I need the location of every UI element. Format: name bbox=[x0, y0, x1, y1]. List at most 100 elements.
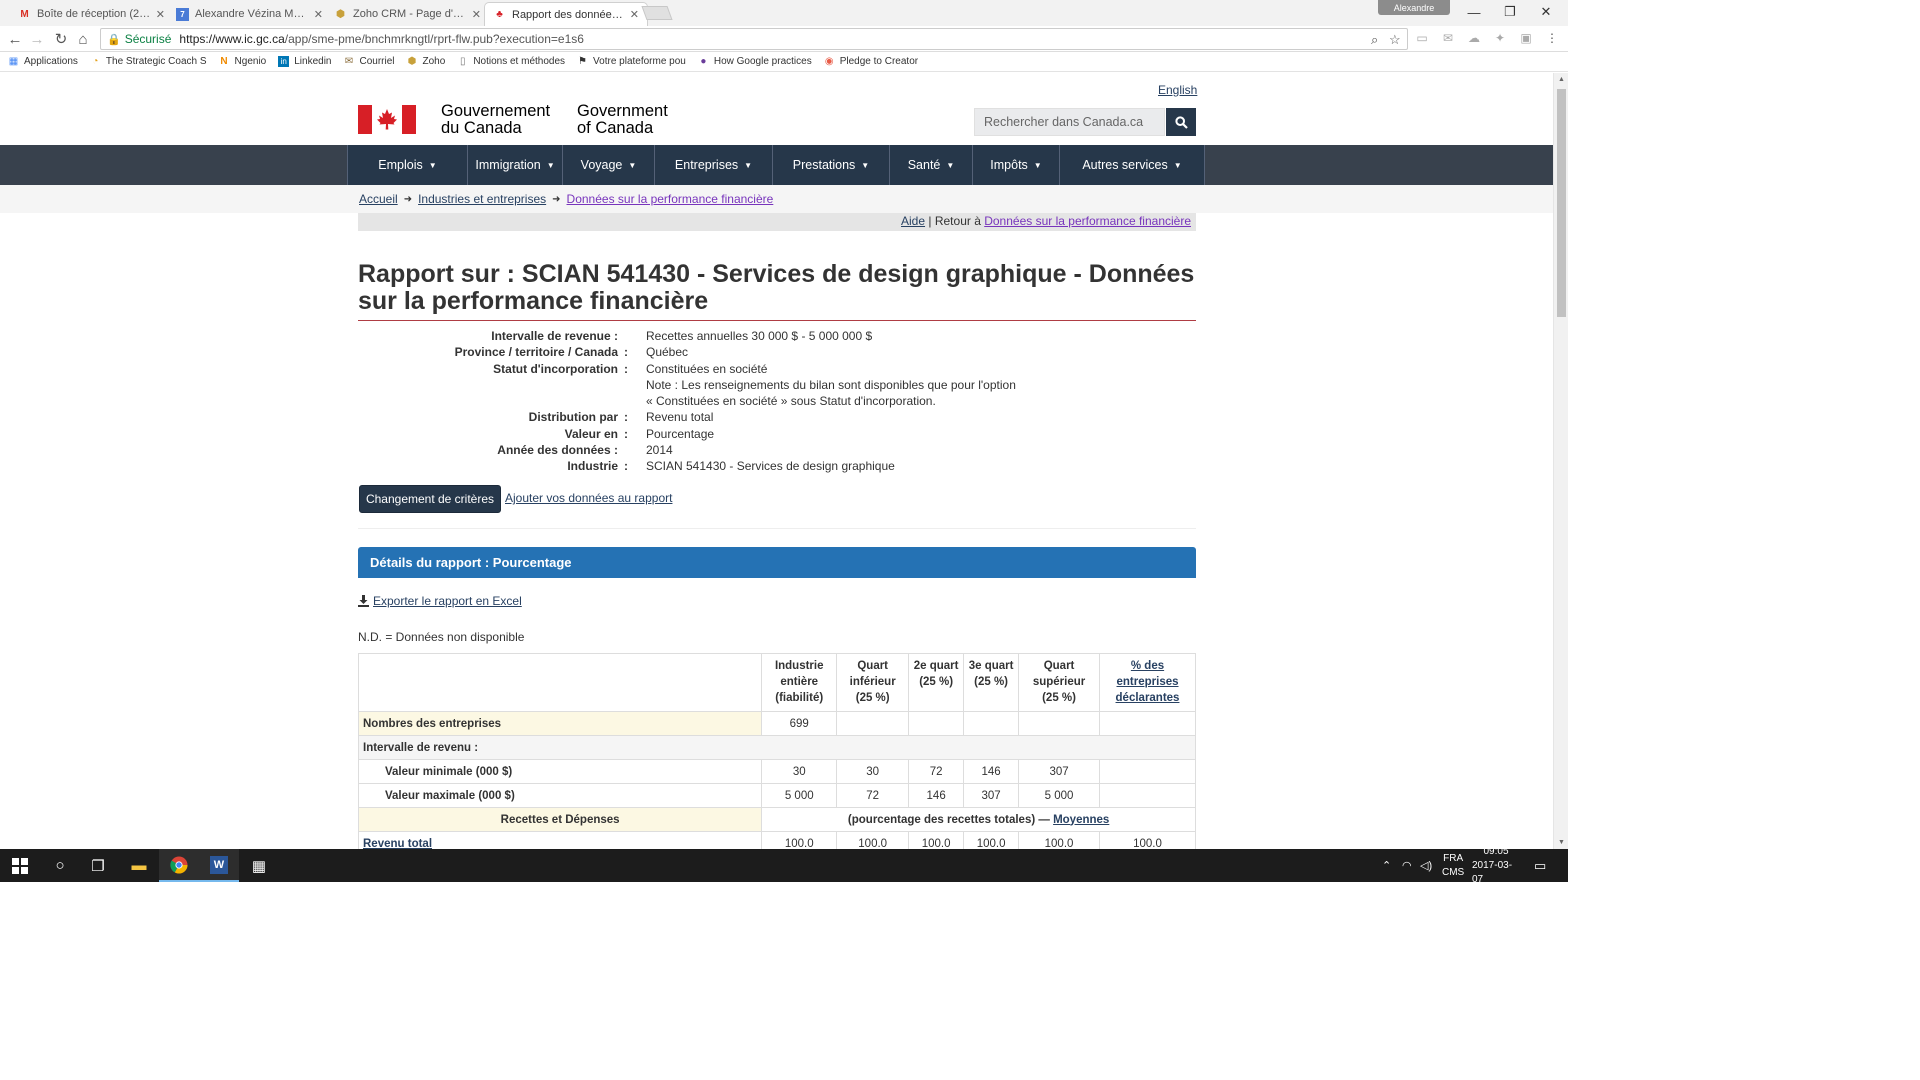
extension-cloud-icon[interactable]: ☁ bbox=[1466, 31, 1482, 47]
table-row: Recettes et Dépenses (pourcentage des re… bbox=[357, 807, 1196, 832]
bookmark-item[interactable]: ⚑ Votre plateforme pou bbox=[577, 56, 686, 67]
file-explorer-icon[interactable]: ▬ bbox=[119, 849, 159, 882]
calculator-icon[interactable]: ▦ bbox=[239, 849, 279, 882]
wifi-icon[interactable]: ◠ bbox=[1402, 849, 1412, 882]
close-tab-icon[interactable]: ✕ bbox=[630, 8, 639, 21]
menu-kebab-icon[interactable]: ⋮ bbox=[1544, 31, 1560, 47]
input-language[interactable]: FRA CMS bbox=[1442, 849, 1464, 882]
task-view-icon[interactable]: ❐ bbox=[78, 849, 118, 882]
menu-item-autres-services[interactable]: Autres services ▼ bbox=[1059, 145, 1205, 185]
table-cell: 72 bbox=[836, 783, 910, 808]
gov-fr-line2: du Canada bbox=[441, 119, 522, 137]
restore-button[interactable]: ❐ bbox=[1492, 0, 1528, 24]
clock[interactable]: 09:05 2017-03-07 bbox=[1472, 846, 1520, 885]
search-icon bbox=[1174, 115, 1188, 129]
star-icon[interactable]: ☆ bbox=[1389, 32, 1401, 48]
bookmark-item[interactable]: ▦ Applications bbox=[8, 56, 78, 67]
back-arrow-icon[interactable]: ← bbox=[6, 30, 24, 48]
windows-start-icon[interactable] bbox=[0, 849, 40, 882]
scroll-down-icon[interactable]: ▼ bbox=[1558, 839, 1565, 846]
table-row: Revenu total 100.0 100.0 100.0 100.0 100… bbox=[357, 831, 1196, 850]
help-bar: Aide | Retour à Données sur la performan… bbox=[358, 213, 1196, 231]
bookmark-item[interactable]: ● How Google practices bbox=[698, 56, 811, 67]
help-link[interactable]: Aide bbox=[901, 214, 925, 228]
table-row: Valeur maximale (000 $) 5 000 72 146 307… bbox=[357, 783, 1196, 808]
search-input[interactable]: Rechercher dans Canada.ca bbox=[974, 108, 1165, 136]
browser-tab[interactable]: 7 Alexandre Vézina Manag ✕ bbox=[168, 2, 332, 26]
bookmark-item[interactable]: ⬢ Zoho bbox=[407, 56, 446, 67]
criteria-value: Pourcentage bbox=[646, 426, 715, 441]
bookmark-item[interactable]: N Ngenio bbox=[219, 56, 266, 67]
breadcrumb-donnees[interactable]: Données sur la performance financière bbox=[567, 192, 774, 206]
export-excel-link[interactable]: Exporter le rapport en Excel bbox=[373, 594, 522, 608]
extension-mail-icon[interactable]: ✉ bbox=[1440, 31, 1456, 47]
table-cell: 30 bbox=[761, 759, 838, 784]
browser-tab[interactable]: M Boîte de réception (2) - a ✕ bbox=[10, 2, 174, 26]
extension-inbox-icon[interactable]: ▭ bbox=[1414, 31, 1430, 47]
address-bar[interactable]: 🔒 Sécurisé https://www.ic.gc.ca/app/sme-… bbox=[100, 28, 1408, 50]
row-label-link-cell[interactable]: Revenu total bbox=[357, 831, 763, 850]
row-label: Nombres des entreprises bbox=[357, 711, 763, 736]
close-tab-icon[interactable]: ✕ bbox=[156, 8, 165, 21]
word-icon[interactable]: W bbox=[199, 849, 239, 882]
averages-link[interactable]: Moyennes bbox=[1053, 814, 1109, 826]
browser-tab-active[interactable]: ♣ Rapport des données su ✕ bbox=[484, 2, 648, 26]
page-scrollbar[interactable]: ▲ ▼ bbox=[1553, 73, 1568, 849]
table-cell: 100.0 bbox=[836, 831, 910, 849]
criteria-row: Intervalle de revenue : Recettes annuelle… bbox=[358, 328, 1058, 344]
add-data-link[interactable]: Ajouter vos données au rapport bbox=[505, 491, 672, 505]
menu-item-voyage[interactable]: Voyage ▼ bbox=[562, 145, 654, 185]
new-tab-button[interactable] bbox=[641, 6, 673, 20]
reload-icon[interactable]: ↻ bbox=[52, 30, 70, 48]
change-criteria-button[interactable]: Changement de critères bbox=[359, 485, 501, 513]
extension-image-icon[interactable]: ▣ bbox=[1518, 31, 1534, 47]
menu-item-prestations[interactable]: Prestations ▼ bbox=[772, 145, 889, 185]
cortana-icon[interactable]: ○ bbox=[40, 849, 80, 882]
column-header-link[interactable]: % des entreprises déclarantes bbox=[1099, 653, 1196, 712]
extension-bulb-icon[interactable]: ✦ bbox=[1492, 31, 1508, 47]
close-tab-icon[interactable]: ✕ bbox=[314, 8, 323, 21]
bookmark-item[interactable]: ✉ Courriel bbox=[344, 56, 395, 67]
revenue-total-link[interactable]: Revenu total bbox=[363, 838, 432, 850]
criteria-value: 2014 bbox=[646, 443, 673, 458]
minimize-button[interactable]: — bbox=[1456, 0, 1492, 24]
menu-item-entreprises[interactable]: Entreprises ▼ bbox=[654, 145, 772, 185]
criteria-key: Province / territoire / Canada bbox=[454, 345, 618, 360]
scrollbar-thumb[interactable] bbox=[1557, 89, 1566, 317]
bookmark-item[interactable]: ▯ Notions et méthodes bbox=[457, 56, 565, 67]
windows-taskbar: ○ ❐ ▬ W ▦ ⌃ ◠ ◁) FRA CMS 09:05 2017-03-0… bbox=[0, 846, 1568, 885]
language-toggle-link[interactable]: English bbox=[1158, 83, 1197, 97]
notifications-icon[interactable]: ▭ bbox=[1534, 849, 1546, 882]
menu-item-immigration[interactable]: Immigration ▼ bbox=[467, 145, 562, 185]
tray-chevron-icon[interactable]: ⌃ bbox=[1382, 849, 1391, 882]
back-to-data-link[interactable]: Données sur la performance financière bbox=[984, 214, 1191, 228]
bookmark-item[interactable]: ◔ The Strategic Coach S bbox=[90, 56, 206, 67]
volume-icon[interactable]: ◁) bbox=[1420, 849, 1432, 882]
menu-item-impots[interactable]: Impôts ▼ bbox=[972, 145, 1059, 185]
canada-flag-icon bbox=[358, 105, 416, 134]
bookmark-item[interactable]: ◉ Pledge to Creator bbox=[824, 56, 918, 67]
browser-tab[interactable]: ⬢ Zoho CRM - Page d'accu ✕ bbox=[326, 2, 490, 26]
home-icon[interactable]: ⌂ bbox=[74, 30, 92, 48]
criteria-value: Revenu total bbox=[646, 410, 714, 425]
breadcrumb-industries[interactable]: Industries et entreprises bbox=[418, 192, 546, 206]
close-tab-icon[interactable]: ✕ bbox=[472, 8, 481, 21]
search-button[interactable] bbox=[1166, 108, 1196, 136]
close-window-button[interactable]: ✕ bbox=[1528, 0, 1564, 24]
bookmark-item[interactable]: in Linkedin bbox=[278, 56, 332, 67]
zoom-icon[interactable]: ⌕ bbox=[1371, 32, 1378, 48]
scroll-up-icon[interactable]: ▲ bbox=[1558, 76, 1565, 83]
chrome-icon[interactable] bbox=[159, 849, 199, 882]
report-table: Industrie entière (fiabilité) Quart infé… bbox=[357, 653, 1196, 850]
menu-item-emplois[interactable]: Emplois ▼ bbox=[347, 145, 467, 185]
pct-reporting-link[interactable]: % des entreprises déclarantes bbox=[1116, 660, 1180, 704]
breadcrumb-accueil[interactable]: Accueil bbox=[359, 192, 398, 206]
word-logo-icon: W bbox=[210, 855, 228, 874]
menu-label: Santé bbox=[907, 158, 941, 172]
forward-arrow-icon[interactable]: → bbox=[28, 30, 46, 48]
export-excel[interactable]: Exporter le rapport en Excel bbox=[358, 594, 522, 608]
table-cell: 100.0 bbox=[908, 831, 965, 849]
menu-item-sante[interactable]: Santé ▼ bbox=[889, 145, 972, 185]
profile-button[interactable]: Alexandre bbox=[1378, 0, 1450, 15]
criteria-key: Intervalle de revenue : bbox=[491, 329, 618, 343]
